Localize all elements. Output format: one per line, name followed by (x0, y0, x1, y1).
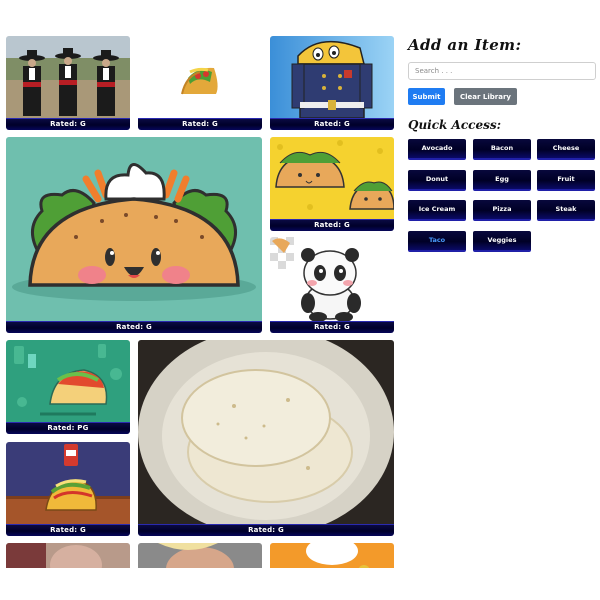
gallery-card-partial[interactable] (270, 543, 394, 568)
rating-label: Rated: G (270, 219, 394, 231)
tortillas-on-plate-image (138, 340, 394, 524)
quick-access-bacon[interactable]: Bacon (473, 139, 531, 160)
taco-sauce-packet-image (6, 442, 130, 524)
mariachi-band-image (6, 36, 130, 118)
gallery-card-partial[interactable] (138, 543, 262, 568)
submit-button[interactable]: Submit (408, 88, 445, 105)
rating-label: Rated: G (6, 524, 130, 536)
rating-label: Rated: PG (6, 422, 130, 434)
rating-label: Rated: G (138, 118, 262, 130)
rating-label: Rated: G (6, 118, 130, 130)
cute-taco-face-image (6, 137, 262, 321)
gallery-card-panda[interactable]: Rated: G (270, 237, 394, 333)
partial-photo-image (138, 543, 262, 568)
rating-label: Rated: G (138, 524, 394, 536)
small-taco-image (138, 36, 262, 118)
quick-access-donut[interactable]: Donut (408, 170, 466, 191)
quick-access-taco[interactable]: Taco (408, 231, 466, 252)
clear-library-button[interactable]: Clear Library (454, 88, 517, 105)
gallery-card-taco-uniform[interactable]: Rated: G (270, 36, 394, 130)
gallery-card-taco-green[interactable]: Rated: PG (6, 340, 130, 434)
partial-photo-image (6, 543, 130, 568)
gallery-card-partial[interactable] (6, 543, 130, 568)
quick-access-cheese[interactable]: Cheese (537, 139, 595, 160)
quick-access-fruit[interactable]: Fruit (537, 170, 595, 191)
taco-character-uniform-image (270, 36, 394, 118)
search-input[interactable] (408, 62, 596, 80)
quick-access-avocado[interactable]: Avocado (408, 139, 466, 160)
quick-access-pizza[interactable]: Pizza (473, 200, 531, 221)
quick-access-ice-cream[interactable]: Ice Cream (408, 200, 466, 221)
image-gallery: Rated: G Rated: G Rated: G Rated: G Rate… (0, 0, 400, 568)
panda-cartoon-image (270, 237, 394, 321)
gallery-card-taco-sauce[interactable]: Rated: G (6, 442, 130, 536)
rating-label: Rated: G (270, 118, 394, 130)
quick-access-steak[interactable]: Steak (537, 200, 595, 221)
add-item-heading: Add an Item: (408, 36, 522, 54)
quick-access-veggies[interactable]: Veggies (473, 231, 531, 252)
side-panel: Add an Item: Submit Clear Library Quick … (408, 36, 598, 252)
gallery-card-tortillas[interactable]: Rated: G (138, 340, 394, 536)
gallery-card-small-taco[interactable]: Rated: G (138, 36, 262, 130)
gallery-card-taco-pattern[interactable]: Rated: G (270, 137, 394, 231)
quick-access-heading: Quick Access: (408, 118, 502, 132)
quick-access-egg[interactable]: Egg (473, 170, 531, 191)
taco-pattern-yellow-image (270, 137, 394, 219)
partial-photo-image (270, 543, 394, 568)
rating-label: Rated: G (6, 321, 262, 333)
gallery-card-cute-taco[interactable]: Rated: G (6, 137, 262, 333)
rating-label: Rated: G (270, 321, 394, 333)
taco-green-background-image (6, 340, 130, 422)
gallery-card-mariachi[interactable]: Rated: G (6, 36, 130, 130)
